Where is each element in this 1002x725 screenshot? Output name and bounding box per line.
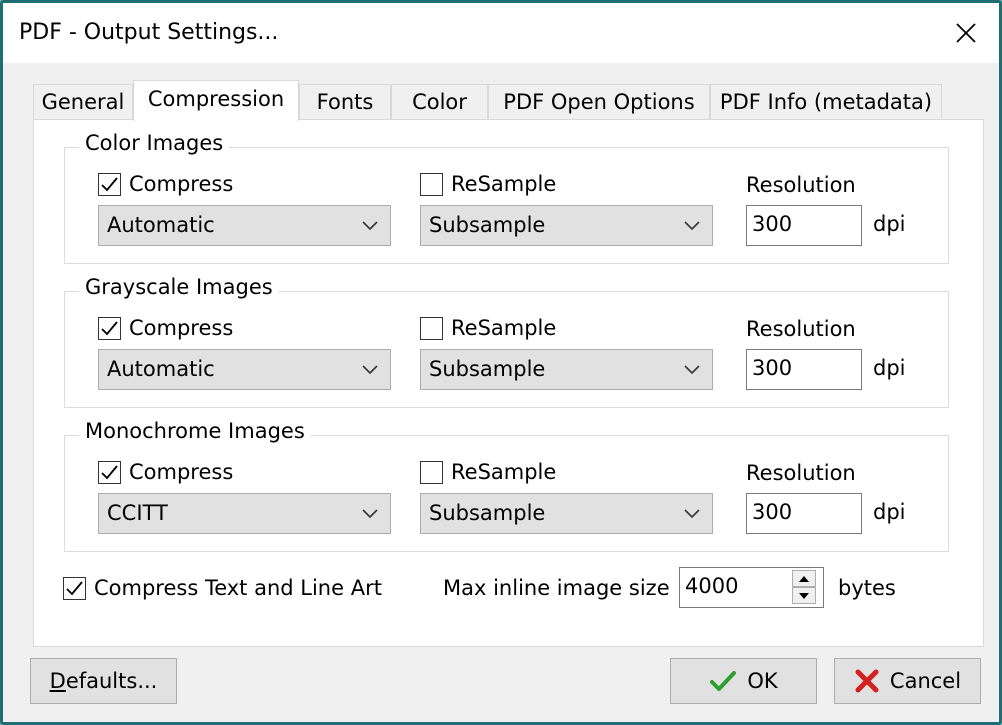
compress-checkbox[interactable]: Compress (98, 172, 233, 196)
checkbox-box (420, 460, 443, 484)
tab-general[interactable]: General (33, 84, 133, 120)
checkbox-box (98, 172, 121, 196)
spin-down-button[interactable] (792, 587, 816, 604)
resample-label: ReSample (451, 316, 557, 340)
defaults-button[interactable]: Defaults... (30, 658, 177, 704)
checkbox-box (98, 460, 121, 484)
dialog-window: PDF - Output Settings... General Compres… (0, 0, 1002, 725)
chevron-down-icon (684, 509, 700, 519)
bytes-label: bytes (838, 576, 896, 600)
tab-fonts[interactable]: Fonts (299, 84, 391, 120)
grayscale-images-group: Grayscale Images Compress Automatic ReSa… (64, 275, 949, 408)
cancel-button[interactable]: Cancel (834, 658, 981, 704)
resample-label: ReSample (451, 460, 557, 484)
tab-compression[interactable]: Compression (133, 80, 299, 121)
compression-method-select[interactable]: CCITT (98, 493, 391, 534)
checkbox-box (420, 316, 443, 340)
compress-text-checkbox[interactable]: Compress Text and Line Art (63, 576, 382, 600)
compress-text-label: Compress Text and Line Art (94, 576, 382, 600)
compress-checkbox[interactable]: Compress (98, 460, 233, 484)
resample-method-select[interactable]: Subsample (420, 493, 713, 534)
resample-checkbox[interactable]: ReSample (420, 172, 556, 196)
group-title: Color Images (79, 131, 230, 155)
compression-method-select[interactable]: Automatic (98, 205, 391, 246)
select-value: Automatic (107, 213, 215, 237)
arrow-up-icon (799, 575, 809, 582)
title-bar: PDF - Output Settings... (3, 3, 999, 63)
ok-button[interactable]: OK (670, 658, 817, 704)
resample-checkbox[interactable]: ReSample (420, 460, 556, 484)
compression-panel: Color Images Compress Automatic ReSample… (33, 119, 984, 647)
tab-pdf-open-options[interactable]: PDF Open Options (488, 84, 710, 120)
cancel-label: Cancel (889, 669, 962, 693)
chevron-down-icon (684, 365, 700, 375)
close-icon (956, 23, 976, 43)
checkbox-box (63, 576, 86, 600)
checkmark-icon (101, 464, 118, 479)
checkbox-box (420, 172, 443, 196)
dpi-label: dpi (873, 212, 906, 236)
monochrome-images-group: Monochrome Images Compress CCITT ReSampl… (64, 419, 949, 552)
max-inline-value: 4000 (685, 574, 739, 598)
window-title: PDF - Output Settings... (19, 20, 279, 45)
ok-label: OK (747, 669, 778, 693)
arrow-down-icon (799, 592, 809, 599)
chevron-down-icon (362, 365, 378, 375)
resolution-input[interactable]: 300 (746, 493, 862, 534)
compression-method-select[interactable]: Automatic (98, 349, 391, 390)
cancel-x-icon (855, 669, 879, 693)
compress-label: Compress (129, 172, 234, 196)
spin-up-button[interactable] (792, 570, 816, 587)
defaults-label: efaults... (65, 669, 158, 693)
resolution-label: Resolution (746, 317, 856, 341)
group-title: Grayscale Images (79, 275, 279, 299)
checkmark-icon (66, 580, 83, 595)
select-value: Subsample (429, 213, 546, 237)
select-value: Subsample (429, 501, 546, 525)
select-value: CCITT (107, 501, 168, 525)
resample-checkbox[interactable]: ReSample (420, 316, 556, 340)
max-inline-input[interactable]: 4000 (679, 567, 824, 608)
select-value: Subsample (429, 357, 546, 381)
dpi-label: dpi (873, 356, 906, 380)
resolution-input[interactable]: 300 (746, 205, 862, 246)
resolution-label: Resolution (746, 173, 856, 197)
tab-color[interactable]: Color (391, 84, 488, 120)
spin-buttons (789, 570, 819, 605)
compress-checkbox[interactable]: Compress (98, 316, 233, 340)
color-images-group: Color Images Compress Automatic ReSample… (64, 131, 949, 264)
defaults-accelerator: D (49, 669, 66, 693)
compress-label: Compress (129, 460, 234, 484)
max-inline-label: Max inline image size (443, 576, 670, 600)
resample-label: ReSample (451, 172, 557, 196)
resample-method-select[interactable]: Subsample (420, 349, 713, 390)
compress-label: Compress (129, 316, 234, 340)
checkbox-box (98, 316, 121, 340)
checkmark-icon (101, 176, 118, 191)
group-title: Monochrome Images (79, 419, 311, 443)
resolution-label: Resolution (746, 461, 856, 485)
dpi-label: dpi (873, 500, 906, 524)
resample-method-select[interactable]: Subsample (420, 205, 713, 246)
checkmark-icon (101, 320, 118, 335)
tab-pdf-info[interactable]: PDF Info (metadata) (710, 84, 942, 120)
chevron-down-icon (362, 221, 378, 231)
checkmark-icon (710, 671, 737, 691)
chevron-down-icon (684, 221, 700, 231)
close-button[interactable] (933, 3, 999, 63)
resolution-input[interactable]: 300 (746, 349, 862, 390)
select-value: Automatic (107, 357, 215, 381)
chevron-down-icon (362, 509, 378, 519)
